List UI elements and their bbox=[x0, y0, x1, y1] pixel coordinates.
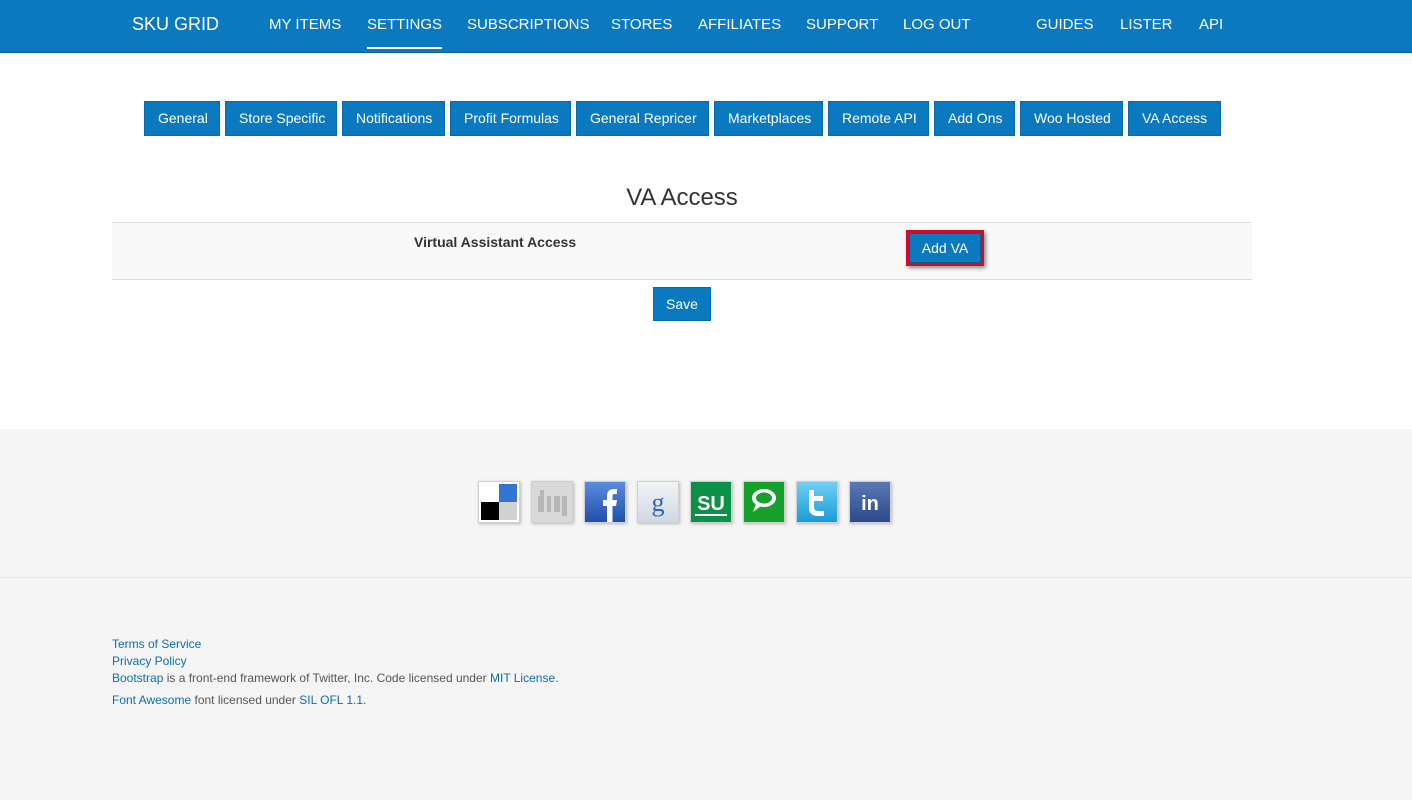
terms-link[interactable]: Terms of Service bbox=[112, 637, 201, 651]
nav-log-out[interactable]: LOG OUT bbox=[903, 16, 971, 33]
digg-icon[interactable] bbox=[531, 481, 573, 523]
linkedin-icon[interactable]: in bbox=[849, 481, 891, 523]
nav-stores[interactable]: STORES bbox=[611, 16, 672, 33]
tab-profit-formulas[interactable]: Profit Formulas bbox=[450, 101, 571, 136]
bootstrap-link[interactable]: Bootstrap bbox=[112, 671, 163, 685]
nav-my-items[interactable]: MY ITEMS bbox=[269, 16, 341, 33]
period: . bbox=[555, 671, 559, 685]
top-navbar: SKU GRID MY ITEMS SETTINGS SUBSCRIPTIONS… bbox=[0, 0, 1412, 53]
delicious-icon[interactable] bbox=[478, 481, 520, 523]
tab-remote-api[interactable]: Remote API bbox=[828, 101, 929, 136]
tab-notifications[interactable]: Notifications bbox=[342, 101, 445, 136]
tab-woo-hosted[interactable]: Woo Hosted bbox=[1020, 101, 1123, 136]
google-icon[interactable]: g bbox=[637, 481, 679, 523]
add-va-button[interactable]: Add VA bbox=[909, 233, 981, 263]
nav-settings[interactable]: SETTINGS bbox=[367, 16, 443, 49]
bootstrap-credit: Bootstrap is a front-end framework of Tw… bbox=[112, 670, 558, 687]
svg-text:in: in bbox=[861, 493, 879, 515]
tab-marketplaces[interactable]: Marketplaces bbox=[714, 101, 823, 136]
bootstrap-text: is a front-end framework of Twitter, Inc… bbox=[163, 671, 490, 685]
brand-logo[interactable]: SKU GRID bbox=[132, 14, 219, 35]
tab-va-access[interactable]: VA Access bbox=[1128, 101, 1221, 136]
fontawesome-text: font licensed under bbox=[191, 693, 300, 707]
nav-api[interactable]: API bbox=[1199, 16, 1223, 33]
nav-lister[interactable]: LISTER bbox=[1120, 16, 1173, 33]
tab-general-repricer[interactable]: General Repricer bbox=[576, 101, 709, 136]
social-icons: g SU in bbox=[478, 481, 891, 523]
svg-text:g: g bbox=[652, 488, 665, 517]
settings-tabs: General Store Specific Notifications Pro… bbox=[144, 101, 1221, 136]
tab-store-specific[interactable]: Store Specific bbox=[225, 101, 337, 136]
nav-support[interactable]: SUPPORT bbox=[806, 16, 878, 33]
va-access-label: Virtual Assistant Access bbox=[414, 234, 577, 250]
page-title: VA Access bbox=[626, 184, 738, 211]
sil-ofl-link[interactable]: SIL OFL 1.1 bbox=[299, 693, 363, 707]
tab-add-ons[interactable]: Add Ons bbox=[934, 101, 1015, 136]
social-footer: g SU in bbox=[0, 429, 1412, 578]
period: . bbox=[363, 693, 367, 707]
add-va-highlight: Add VA bbox=[906, 230, 984, 266]
nav-subscriptions[interactable]: SUBSCRIPTIONS bbox=[467, 16, 590, 33]
save-button[interactable]: Save bbox=[653, 287, 711, 321]
privacy-link[interactable]: Privacy Policy bbox=[112, 654, 187, 668]
stumbleupon-icon[interactable]: SU bbox=[690, 481, 732, 523]
twitter-icon[interactable] bbox=[796, 481, 838, 523]
tab-general[interactable]: General bbox=[144, 101, 220, 136]
footer-links: Terms of Service Privacy Policy Bootstra… bbox=[112, 636, 558, 709]
fontawesome-credit: Font Awesome font licensed under SIL OFL… bbox=[112, 692, 558, 709]
facebook-icon[interactable] bbox=[584, 481, 626, 523]
font-awesome-link[interactable]: Font Awesome bbox=[112, 693, 191, 707]
svg-text:SU: SU bbox=[697, 493, 725, 515]
footer: Terms of Service Privacy Policy Bootstra… bbox=[0, 578, 1412, 800]
mit-license-link[interactable]: MIT License bbox=[490, 671, 555, 685]
va-access-row: Virtual Assistant Access Add VA bbox=[112, 222, 1252, 280]
technorati-icon[interactable] bbox=[743, 481, 785, 523]
nav-affiliates[interactable]: AFFILIATES bbox=[698, 16, 781, 33]
nav-guides[interactable]: GUIDES bbox=[1036, 16, 1094, 33]
